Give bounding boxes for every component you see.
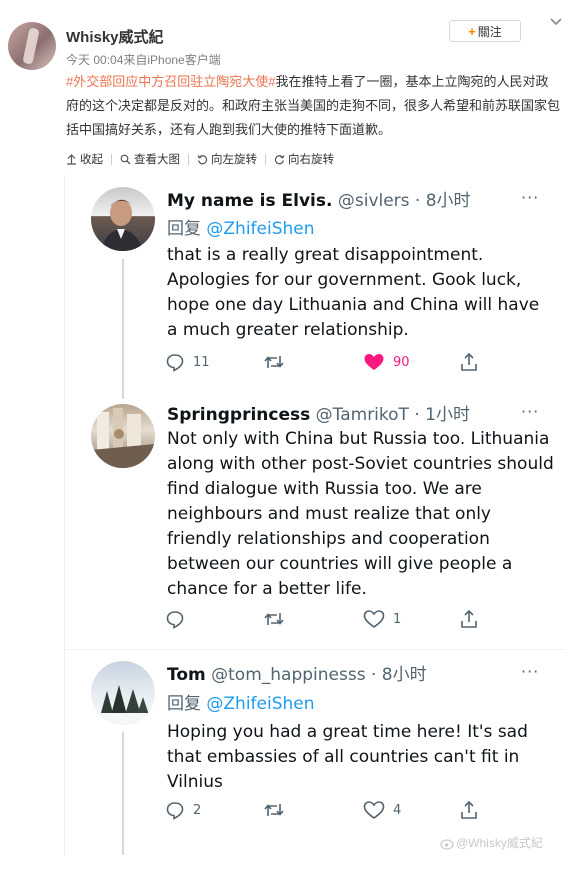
search-icon [120, 154, 131, 164]
tweet-divider [65, 649, 565, 650]
like-count: 1 [393, 611, 402, 627]
share-icon [461, 609, 477, 628]
tweet-header: Springprincess @TamrikoT · 1小时 [167, 400, 470, 425]
rotate-right-label: 向右旋转 [288, 154, 334, 166]
reply-button[interactable]: 11 [165, 352, 210, 372]
reply-prefix: 回复 [167, 219, 201, 239]
avatar-photo [91, 408, 155, 468]
heart-filled-icon [364, 354, 384, 370]
reply-button[interactable]: 2 [165, 800, 201, 820]
reply-button[interactable] [165, 609, 193, 629]
share-button[interactable] [459, 352, 479, 372]
tweet-1: My name is Elvis. @sivlers · 8小时 ··· 回复 … [65, 175, 565, 402]
tweet-avatar[interactable] [91, 661, 155, 725]
like-count: 4 [393, 802, 402, 818]
retweet-icon [264, 613, 284, 625]
post-meta: 今天 00:04来自iPhone客户端 [66, 53, 221, 67]
tweet-action-bar: 2 4 [165, 800, 485, 824]
watermark-text: @Whisky威式紀 [456, 836, 543, 850]
reply-prefix: 回复 [167, 694, 201, 714]
weibo-logo-icon [440, 838, 454, 850]
divider [188, 153, 189, 165]
weibo-post-header: Whisky威式紀 今天 00:04来自iPhone客户端 + 關注 #外交部回… [0, 0, 579, 145]
reply-icon [166, 611, 184, 629]
share-icon [461, 800, 477, 819]
rotate-right-button[interactable]: 向右旋转 [274, 151, 334, 167]
share-button[interactable] [459, 609, 479, 629]
share-button[interactable] [459, 800, 479, 820]
view-large-label: 查看大图 [134, 154, 180, 166]
tweet-author-name[interactable]: Springprincess [167, 405, 310, 425]
reply-context: 回复 @ZhifeiShen [167, 214, 315, 239]
tweet-author-name[interactable]: My name is Elvis. [167, 191, 332, 211]
reply-mention-link[interactable]: @ZhifeiShen [206, 219, 314, 239]
follow-label: 關注 [477, 24, 502, 39]
chevron-down-icon[interactable] [548, 14, 564, 30]
user-avatar[interactable] [8, 22, 56, 70]
reply-count: 2 [193, 802, 202, 818]
retweet-icon [264, 356, 284, 368]
more-icon[interactable]: ··· [521, 402, 539, 421]
reply-mention-link[interactable]: @ZhifeiShen [206, 694, 314, 714]
like-count: 90 [393, 354, 410, 370]
thread-line [122, 732, 124, 855]
avatar-photo [101, 199, 143, 251]
tweet-author-name[interactable]: Tom [167, 665, 206, 685]
avatar-photo [91, 685, 155, 725]
reply-context: 回复 @ZhifeiShen [167, 689, 315, 714]
heart-icon [363, 801, 385, 819]
hashtag-link[interactable]: #外交部回应中方召回驻立陶宛大使# [66, 74, 275, 89]
like-button[interactable]: 4 [363, 800, 401, 820]
post-text: #外交部回应中方召回驻立陶宛大使#我在推特上看了一圈，基本上立陶宛的人民对政府的… [66, 70, 561, 142]
tweet-text: Not only with China but Russia too. Lith… [167, 429, 554, 599]
tweet-action-bar: 11 90 [165, 352, 485, 376]
like-button[interactable]: 1 [363, 609, 401, 629]
tweet-avatar[interactable] [91, 187, 155, 251]
heart-icon [363, 610, 385, 628]
like-button[interactable]: 90 [363, 352, 410, 372]
more-icon[interactable]: ··· [521, 662, 539, 681]
reply-icon [166, 802, 184, 820]
rotate-left-button[interactable]: 向左旋转 [197, 151, 257, 167]
tweet-3: Tom @tom_happinesss · 8小时 ··· 回复 @Zhifei… [65, 652, 565, 855]
retweet-button[interactable] [263, 609, 285, 629]
more-icon[interactable]: ··· [521, 188, 539, 207]
rotate-left-icon [197, 154, 208, 164]
username[interactable]: Whisky威式紀 [66, 26, 164, 47]
divider [265, 153, 266, 165]
rotate-right-icon [274, 154, 285, 164]
tweet-handle-time: @tom_happinesss · 8小时 [211, 665, 427, 685]
tweet-2: Springprincess @TamrikoT · 1小时 ··· Not o… [65, 402, 565, 652]
image-actions-bar: 收起 查看大图 向左旋转 向右旋转 [66, 149, 334, 169]
follow-button[interactable]: + 關注 [449, 20, 521, 42]
retweet-icon [264, 804, 284, 816]
share-icon [461, 352, 477, 371]
tweet-text: Hoping you had a great time here! It's s… [167, 722, 528, 792]
plus-icon: + [468, 23, 476, 39]
tweet-avatar[interactable] [91, 404, 155, 468]
tweet-handle-time: @sivlers · 8小时 [337, 191, 471, 211]
collapse-label: 收起 [80, 154, 103, 166]
tweet-header: My name is Elvis. @sivlers · 8小时 [167, 186, 471, 211]
collapse-button[interactable]: 收起 [66, 151, 103, 167]
rotate-left-label: 向左旋转 [211, 154, 257, 166]
tweet-header: Tom @tom_happinesss · 8小时 [167, 660, 427, 685]
retweet-button[interactable] [263, 352, 285, 372]
collapse-icon [67, 153, 76, 165]
watermark: @Whisky威式紀 [440, 834, 543, 851]
reply-icon [166, 354, 184, 372]
tweet-screenshot-image[interactable]: My name is Elvis. @sivlers · 8小时 ··· 回复 … [64, 175, 565, 855]
reply-count: 11 [193, 354, 210, 370]
tweet-text: that is a really great disappointment. A… [167, 245, 540, 340]
view-large-button[interactable]: 查看大图 [120, 151, 180, 167]
tweet-handle-time: @TamrikoT · 1小时 [315, 405, 470, 425]
divider [111, 153, 112, 165]
thread-line [122, 259, 124, 399]
tweet-action-bar: 1 [165, 609, 485, 633]
retweet-button[interactable] [263, 800, 285, 820]
